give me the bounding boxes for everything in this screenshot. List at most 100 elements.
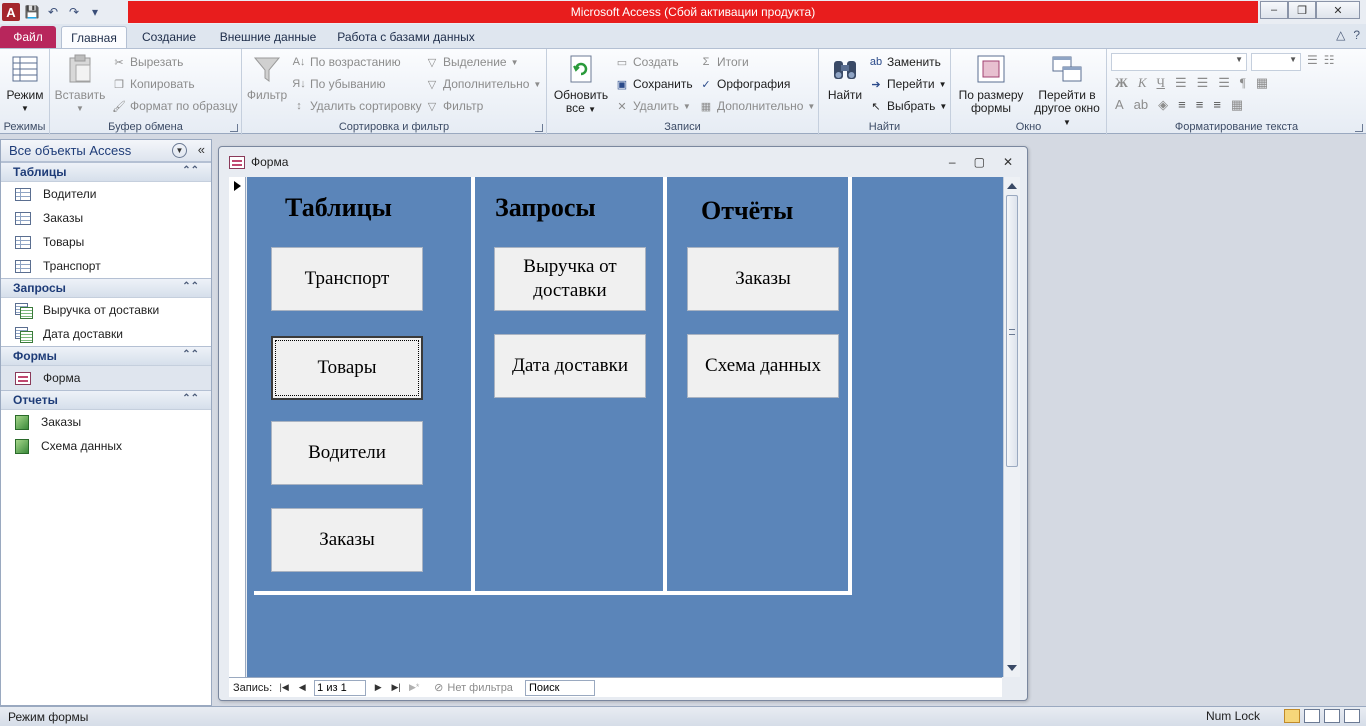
dialog-launcher-icon[interactable] [535,124,543,132]
size-to-fit-button[interactable]: По размеру формы [955,53,1027,115]
minimize-icon[interactable]: – [949,155,956,169]
save-icon[interactable]: 💾 [23,3,41,21]
advanced-filter-button[interactable]: ▽ Дополнительно ▼ [425,74,542,94]
font-color-icon[interactable]: A [1115,97,1124,113]
form-view-icon[interactable] [1284,709,1300,723]
close-icon[interactable]: ✕ [1003,155,1013,169]
maximize-button[interactable]: ❐ [1288,1,1316,19]
tab-home[interactable]: Главная [61,26,127,48]
restore-icon[interactable]: ▢ [974,155,985,169]
button-report-orders[interactable]: Заказы [687,247,839,311]
nav-item-query[interactable]: Дата доставки [1,322,211,346]
next-record-icon[interactable]: ▶ [372,681,384,695]
button-table-orders[interactable]: Заказы [271,508,423,572]
fill-color-icon[interactable]: ◈ [1158,97,1168,113]
new-record-button[interactable]: ▭ Создать [615,52,679,72]
bold-icon[interactable]: Ж [1115,75,1128,91]
button-table-goods[interactable]: Товары [271,336,423,400]
button-query-delivery-date[interactable]: Дата доставки [494,334,646,398]
button-report-schema[interactable]: Схема данных [687,334,839,398]
select-button[interactable]: ↖ Выбрать ▼ [869,96,947,116]
nav-item-table[interactable]: Водители [1,182,211,206]
filter-button[interactable]: Фильтр [246,53,288,102]
minimize-button[interactable]: – [1260,1,1288,19]
filter-indicator[interactable]: ⊘ Нет фильтра [434,681,513,695]
sort-ascending-button[interactable]: A↓ По возрастанию [292,52,401,72]
scroll-up-icon[interactable] [1007,183,1017,189]
toggle-filter-button[interactable]: ▽ Фильтр [425,96,484,116]
align-right-icon[interactable]: ☰ [1218,75,1230,91]
totals-button[interactable]: Σ Итоги [699,52,749,72]
gridlines-icon[interactable]: ▦ [1256,75,1268,91]
design-view-icon[interactable] [1344,709,1360,723]
cut-button[interactable]: ✂ Вырезать [112,52,183,72]
last-record-icon[interactable]: ▶| [390,681,402,695]
dialog-launcher-icon[interactable] [230,124,238,132]
bullets-icon[interactable]: ☰ [1307,53,1318,67]
highlight-icon[interactable]: ab [1134,97,1148,113]
nav-section-header-tables[interactable]: Таблицы ⌃⌃ [1,162,211,182]
alternate-row-icon[interactable]: ▦ [1231,97,1243,113]
nav-item-table[interactable]: Товары [1,230,211,254]
customize-qat-icon[interactable]: ▾ [86,3,104,21]
goto-button[interactable]: ➔ Перейти ▼ [869,74,946,94]
replace-button[interactable]: ab Заменить [869,52,941,72]
chevron-down-icon[interactable]: ▼ [172,143,187,158]
sort-descending-button[interactable]: Я↓ По убыванию [292,74,385,94]
nav-item-report[interactable]: Заказы [1,410,211,434]
remove-sort-button[interactable]: ↕ Удалить сортировку [292,96,421,116]
nav-item-form[interactable]: Форма [1,366,211,390]
spelling-button[interactable]: ✓ Орфография [699,74,790,94]
more-records-button[interactable]: ▦ Дополнительно ▼ [699,96,816,116]
nav-item-report[interactable]: Схема данных [1,434,211,458]
nav-section-header-forms[interactable]: Формы ⌃⌃ [1,346,211,366]
align-right-icon[interactable]: ≡ [1213,97,1221,113]
nav-item-table[interactable]: Транспорт [1,254,211,278]
copy-button[interactable]: ❐ Копировать [112,74,195,94]
button-table-drivers[interactable]: Водители [271,421,423,485]
nav-item-query[interactable]: Выручка от доставки [1,298,211,322]
datasheet-view-icon[interactable] [1304,709,1320,723]
underline-icon[interactable]: Ч [1157,75,1165,91]
align-center-icon[interactable]: ≡ [1196,97,1204,113]
nav-pane-header[interactable]: Все объекты Access ▼ « [1,140,211,162]
button-table-transport[interactable]: Транспорт [271,247,423,311]
new-record-icon[interactable]: ▶* [408,681,420,695]
font-name-dropdown[interactable]: ▼ [1111,53,1247,71]
layout-view-icon[interactable] [1324,709,1340,723]
previous-record-icon[interactable]: ◀ [296,681,308,695]
format-painter-button[interactable]: 🖌 Формат по образцу [112,96,238,116]
tab-external-data[interactable]: Внешние данные [212,26,324,48]
nav-section-header-queries[interactable]: Запросы ⌃⌃ [1,278,211,298]
align-left-icon[interactable]: ≡ [1178,97,1186,113]
tab-create[interactable]: Создание [136,26,202,48]
minimize-ribbon-icon[interactable]: △ [1336,28,1345,42]
scroll-down-icon[interactable] [1007,665,1017,671]
switch-windows-button[interactable]: Перейти в другое окно ▼ [1029,53,1105,129]
tab-database-tools[interactable]: Работа с базами данных [332,26,480,48]
tab-file[interactable]: Файл [0,26,56,48]
italic-icon[interactable]: К [1138,75,1147,91]
dialog-launcher-icon[interactable] [1355,124,1363,132]
access-app-icon[interactable]: A [2,3,20,21]
paste-button[interactable]: Вставить ▼ [55,53,105,115]
save-record-button[interactable]: ▣ Сохранить [615,74,693,94]
record-selector[interactable] [229,177,246,677]
refresh-all-button[interactable]: Обновить все ▼ [551,53,611,116]
collapse-pane-icon[interactable]: « [198,142,205,157]
align-center-icon[interactable]: ☰ [1197,75,1209,91]
find-button[interactable]: Найти [825,53,865,102]
redo-icon[interactable]: ↷ [65,3,83,21]
current-record-input[interactable] [314,679,367,696]
first-record-icon[interactable]: |◀ [278,681,290,695]
undo-icon[interactable]: ↶ [44,3,62,21]
align-left-icon[interactable]: ☰ [1175,75,1187,91]
close-button[interactable]: ✕ [1316,1,1360,19]
help-icon[interactable]: ? [1353,28,1360,42]
vertical-scrollbar[interactable] [1003,177,1020,677]
paragraph-icon[interactable]: ¶ [1240,75,1246,91]
nav-section-header-reports[interactable]: Отчеты ⌃⌃ [1,390,211,410]
numbering-icon[interactable]: ☷ [1324,53,1335,67]
nav-item-table[interactable]: Заказы [1,206,211,230]
button-query-revenue[interactable]: Выручка от доставки [494,247,646,311]
